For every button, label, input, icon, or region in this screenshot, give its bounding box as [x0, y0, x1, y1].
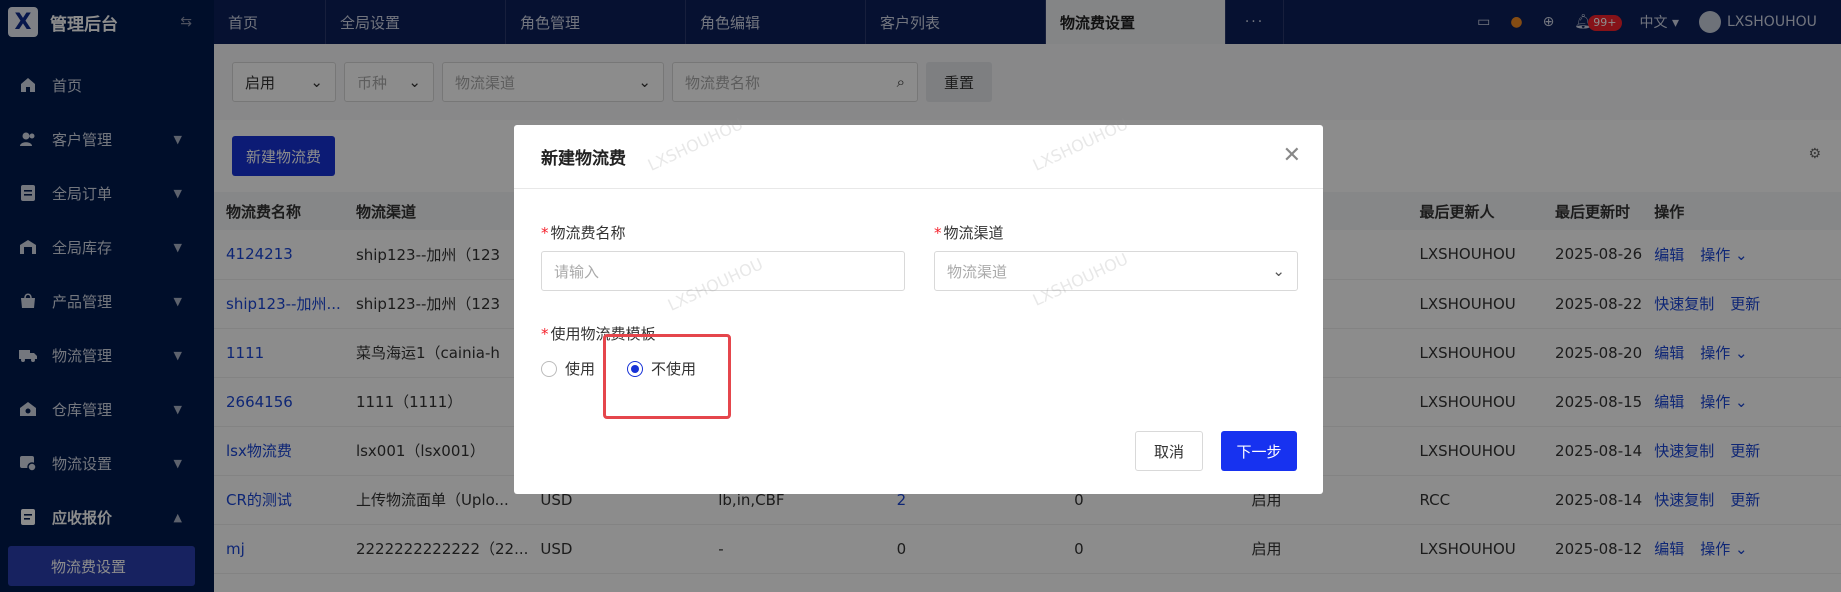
fee-name-input-placeholder: 请输入 [554, 262, 600, 281]
required-mark: * [541, 224, 549, 242]
radio-label: 使用 [565, 360, 596, 378]
chevron-down-icon: ⌄ [1272, 262, 1285, 280]
channel-field: * 物流渠道 物流渠道 ⌄ [934, 222, 1298, 291]
dialog-title: 新建物流费 [514, 125, 1323, 189]
channel-label-text: 物流渠道 [943, 224, 1004, 242]
required-mark: * [934, 224, 942, 242]
fee-name-label: * 物流费名称 [541, 222, 905, 243]
required-mark: * [541, 325, 549, 343]
channel-select-placeholder: 物流渠道 [947, 262, 1008, 281]
radio-circle [541, 360, 557, 377]
fee-name-field: * 物流费名称 请输入 [541, 222, 905, 291]
new-logistics-fee-dialog: 新建物流费 ✕ * 物流费名称 请输入 * 物流渠道 物流渠道 ⌄ * 使用物流费模板 … [514, 114, 1323, 494]
highlight-box [603, 334, 731, 419]
close-icon[interactable]: ✕ [1283, 143, 1301, 168]
channel-select[interactable]: 物流渠道 ⌄ [934, 251, 1298, 291]
radio-use-template[interactable]: 使用 [541, 358, 595, 379]
cancel-button[interactable]: 取消 [1135, 431, 1203, 471]
channel-label: * 物流渠道 [934, 222, 1298, 243]
fee-name-label-text: 物流费名称 [550, 224, 626, 242]
next-step-button[interactable]: 下一步 [1221, 431, 1297, 471]
fee-name-input[interactable]: 请输入 [541, 251, 905, 291]
